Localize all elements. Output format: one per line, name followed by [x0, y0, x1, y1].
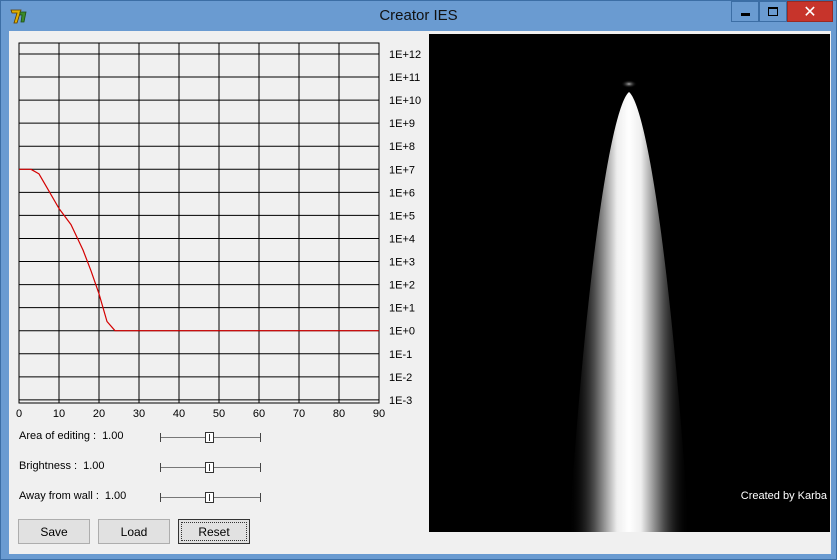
y-tick-label: 1E+10	[389, 95, 421, 107]
area-of-editing-row: Area of editing :1.00	[19, 428, 419, 448]
y-tick-label: 1E+12	[389, 49, 421, 61]
y-tick-label: 1E+5	[389, 210, 415, 222]
load-button[interactable]: Load	[98, 519, 170, 544]
away-from-wall-label: Away from wall :1.00	[19, 490, 127, 502]
slider-tick	[260, 463, 261, 472]
slider-tick	[160, 493, 161, 502]
x-tick-label: 40	[173, 408, 185, 420]
area-of-editing-label: Area of editing :1.00	[19, 430, 124, 442]
slider-tick	[260, 433, 261, 442]
brightness-thumb[interactable]	[205, 462, 214, 473]
x-tick-label: 0	[16, 408, 22, 420]
light-preview: Created by Karba	[429, 34, 830, 532]
y-tick-label: 1E-1	[389, 349, 412, 361]
brightness-label: Brightness :1.00	[19, 460, 105, 472]
y-tick-label: 1E+8	[389, 141, 415, 153]
y-tick-label: 1E+1	[389, 303, 415, 315]
y-tick-label: 1E+11	[389, 72, 420, 84]
area-of-editing-value: 1.00	[102, 430, 124, 442]
y-tick-label: 1E+7	[389, 164, 415, 176]
slider-tick	[160, 463, 161, 472]
close-button[interactable]: ✕	[787, 1, 833, 22]
x-tick-label: 60	[253, 408, 265, 420]
away-from-wall-thumb[interactable]	[205, 492, 214, 503]
y-tick-label: 1E+9	[389, 118, 415, 130]
intensity-graph[interactable]: 0 10 20 30 40 50 60 70 80 90 1E+12 1E+11 1E+10 1E+9 1E…	[9, 31, 429, 421]
y-tick-label: 1E+6	[389, 187, 415, 199]
x-tick-label: 20	[93, 408, 105, 420]
app-window: Creator IES ✕ 0 10 20 30 40 50 60 70 80 90 1E+12 1E…	[0, 0, 837, 560]
x-tick-label: 90	[373, 408, 385, 420]
x-tick-label: 30	[133, 408, 145, 420]
away-from-wall-value: 1.00	[104, 490, 127, 502]
plot-frame	[18, 42, 380, 404]
y-tick-label: 1E+0	[389, 326, 415, 338]
x-tick-label: 70	[293, 408, 305, 420]
x-tick-label: 50	[213, 408, 225, 420]
client-area: 0 10 20 30 40 50 60 70 80 90 1E+12 1E+11 1E+10 1E+9 1E…	[9, 31, 831, 554]
brightness-row: Brightness :1.00	[19, 458, 419, 478]
slider-tick	[160, 433, 161, 442]
title-bar[interactable]: Creator IES ✕	[1, 1, 836, 31]
minimize-icon	[740, 13, 750, 16]
maximize-icon	[768, 7, 778, 16]
y-tick-label: 1E+2	[389, 280, 415, 292]
y-tick-label: 1E-3	[389, 395, 412, 407]
minimize-button[interactable]	[731, 1, 759, 22]
y-tick-label: 1E+3	[389, 257, 415, 269]
y-tick-label: 1E-2	[389, 372, 412, 384]
x-tick-label: 10	[53, 408, 65, 420]
reset-button[interactable]: Reset	[178, 519, 250, 544]
x-tick-label: 80	[333, 408, 345, 420]
brightness-value: 1.00	[83, 460, 105, 472]
slider-tick	[260, 493, 261, 502]
window-title: Creator IES	[379, 7, 458, 24]
light-beam-image	[569, 80, 689, 532]
away-from-wall-row: Away from wall :1.00	[19, 488, 419, 508]
area-of-editing-thumb[interactable]	[205, 432, 214, 443]
close-icon: ✕	[803, 3, 817, 21]
credit-text: Created by Karba	[740, 490, 827, 502]
save-button[interactable]: Save	[18, 519, 90, 544]
maximize-button[interactable]	[759, 1, 787, 22]
y-tick-label: 1E+4	[389, 233, 415, 245]
